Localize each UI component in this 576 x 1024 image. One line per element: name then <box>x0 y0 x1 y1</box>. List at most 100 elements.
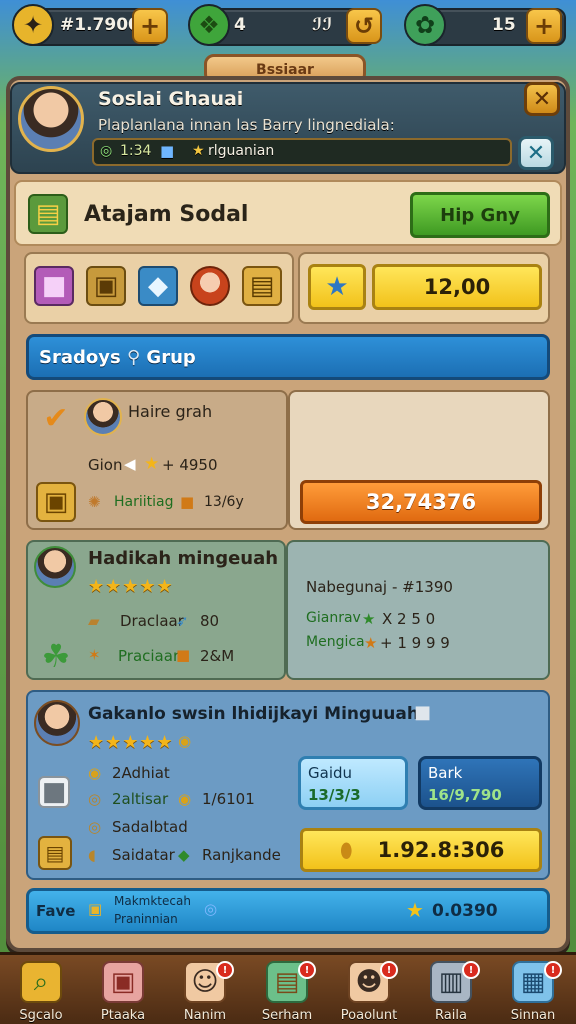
card-3-button[interactable]: 1.92.8:306 <box>300 828 542 872</box>
cheese-icon: ▰ <box>88 612 100 630</box>
group-bar-label-2: Grup <box>146 347 196 368</box>
card-3-line4-value: Ranjkande <box>202 846 281 864</box>
card-3-line1: 2Adhiat <box>112 764 170 782</box>
card-3-avatar <box>34 700 80 746</box>
footer-amount: 0.0390 <box>432 901 498 921</box>
gift-box-icon[interactable]: ■ <box>34 266 74 306</box>
card-1-line2-label: Hariitiag <box>114 494 174 510</box>
nav-item-poaolunt[interactable]: ☻ ! Poaolunt <box>328 955 410 1024</box>
coin-icon: ◎ <box>88 790 102 808</box>
player-avatar[interactable] <box>18 86 84 152</box>
group-bar-label: Sradoys <box>39 347 121 368</box>
card-3-line2-value: 1/6101 <box>202 790 255 808</box>
card-2-stat1-label: Nabegunaj <box>306 578 388 596</box>
cube-icon: ■ <box>414 702 432 723</box>
star-icon: ★ <box>364 634 378 652</box>
box-icon: ■ <box>180 493 195 511</box>
player-subtitle: Plaplanlana innan las Barry lingnediala: <box>98 116 395 134</box>
card-2-stat3-value: + 1 9 9 9 <box>380 634 450 652</box>
star-icon: ★ <box>144 454 160 474</box>
gold-bag-icon: ▣ <box>36 482 76 522</box>
feather-icon: ⚲ <box>126 347 147 368</box>
wing-icon: ✦ <box>12 4 54 46</box>
close-button[interactable]: ✕ <box>524 82 560 116</box>
crate-icon[interactable]: ▣ <box>86 266 126 306</box>
gold-stack-icon: ▤ <box>38 836 72 870</box>
card-3-tile-2-value: 16/9,790 <box>428 786 502 804</box>
card-1-line2-value: 13/6y <box>204 494 244 510</box>
cube-icon: ■ <box>160 142 175 160</box>
star-icon: ★ <box>406 898 424 922</box>
nav-label: Ptaaka <box>100 1008 146 1023</box>
nav-label: Raila <box>435 1008 467 1023</box>
white-cube-icon: ■ <box>38 776 70 808</box>
feather-icon: ➶ <box>176 612 189 630</box>
card-2-avatar <box>34 546 76 588</box>
nav-item-sinnan[interactable]: ▦ ! Sinnan <box>492 955 574 1024</box>
dismiss-button[interactable]: ✕ <box>518 136 554 170</box>
price-button[interactable]: 12,00 <box>372 264 542 310</box>
bread-icon: ◖ <box>88 846 96 864</box>
coin-icon: ◉ <box>178 790 192 808</box>
card-1-line1-label: Gion <box>88 456 123 474</box>
card-3-tile-1-value: 13/3/3 <box>308 786 361 804</box>
resource-value-3: 15 <box>492 15 516 35</box>
nav-item-raila[interactable]: ▥ ! Raila <box>410 955 492 1024</box>
magnifier-icon: ⌕ <box>20 961 62 1003</box>
card-1-title: Haire grah <box>128 402 213 421</box>
card-2-stat1-value: - #1390 <box>392 578 453 596</box>
footer-text-1: Makmktecah <box>114 894 191 908</box>
notification-badge: ! <box>380 961 398 979</box>
green-swirl-icon: ✿ <box>404 4 446 46</box>
stat-value-1: 1:34 <box>120 143 152 159</box>
stat-value-2: rlguanian <box>208 143 275 159</box>
swirl-icon: ◎ <box>204 900 218 918</box>
card-3-line3: Sadalbtad <box>112 818 188 836</box>
swirl-action-button[interactable]: ↺ <box>346 8 382 44</box>
add-resource-3-button[interactable]: + <box>526 8 562 44</box>
gold-chest-icon[interactable]: ▤ <box>242 266 282 306</box>
footer-label: Fave <box>36 902 76 920</box>
add-resource-1-button[interactable]: + <box>132 8 168 44</box>
card-2-item1-value: 80 <box>200 612 220 630</box>
coin-icon: ◉ <box>88 764 102 782</box>
card-2-stat2-label: Gianrav <box>306 610 361 626</box>
box-icon: ■ <box>176 646 191 664</box>
nav-item-nanim[interactable]: ☺ ! Nanim <box>164 955 246 1024</box>
star-badge-icon: ★ <box>308 264 366 310</box>
resource-value-2: 4 <box>234 15 246 35</box>
gem-icon: ◆ <box>178 846 190 864</box>
card-1-button[interactable]: 32,74376 <box>300 480 542 524</box>
section-title: Atajam Sodal <box>84 202 249 227</box>
nav-label: Sinnan <box>510 1008 556 1023</box>
dice-box-icon: ▣ <box>102 961 144 1003</box>
card-3-title: Gakanlo swsin lhidijkayi Minguuah: <box>88 704 426 724</box>
blue-gem-icon[interactable]: ◆ <box>138 266 178 306</box>
nav-label: Poaolunt <box>340 1008 398 1023</box>
arrow-icon: ◀ <box>124 455 136 473</box>
card-3-tile-1-label: Gaidu <box>308 764 353 782</box>
nav-item-ptaaka[interactable]: ▣ Ptaaka <box>82 955 164 1024</box>
group-bar[interactable]: Sradoys ⚲ Grup <box>26 334 550 380</box>
nav-item-serham[interactable]: ▤ ! Serham <box>246 955 328 1024</box>
card-2-item2-value: 2&M <box>200 647 235 665</box>
level-icon: ◎ <box>100 143 113 159</box>
card-2-item1: Draclaar <box>120 612 184 630</box>
girl-avatar-icon[interactable] <box>190 266 230 306</box>
nav-label: Sgcalo <box>19 1008 63 1023</box>
player-name: Soslai Ghauai <box>98 88 244 110</box>
card-2-title: Hadikah mingeuah <box>88 548 279 569</box>
notification-badge: ! <box>462 961 480 979</box>
section-action-button[interactable]: Hip Gny <box>410 192 550 238</box>
star-icon: ★ <box>192 143 205 159</box>
card-icon: ▣ <box>88 900 103 918</box>
nav-label: Serham <box>261 1008 313 1023</box>
star-outline-icon: ✶ <box>88 646 101 664</box>
notification-badge: ! <box>216 961 234 979</box>
checkmark-icon: ✔ <box>43 400 69 436</box>
nav-item-sgcalo[interactable]: ⌕ Sgcalo <box>0 955 82 1024</box>
player-stat-strip <box>92 138 512 166</box>
notification-badge: ! <box>544 961 562 979</box>
card-1-line1-value: + 4950 <box>162 456 218 474</box>
footer-text-2: Praninnian <box>114 912 178 926</box>
